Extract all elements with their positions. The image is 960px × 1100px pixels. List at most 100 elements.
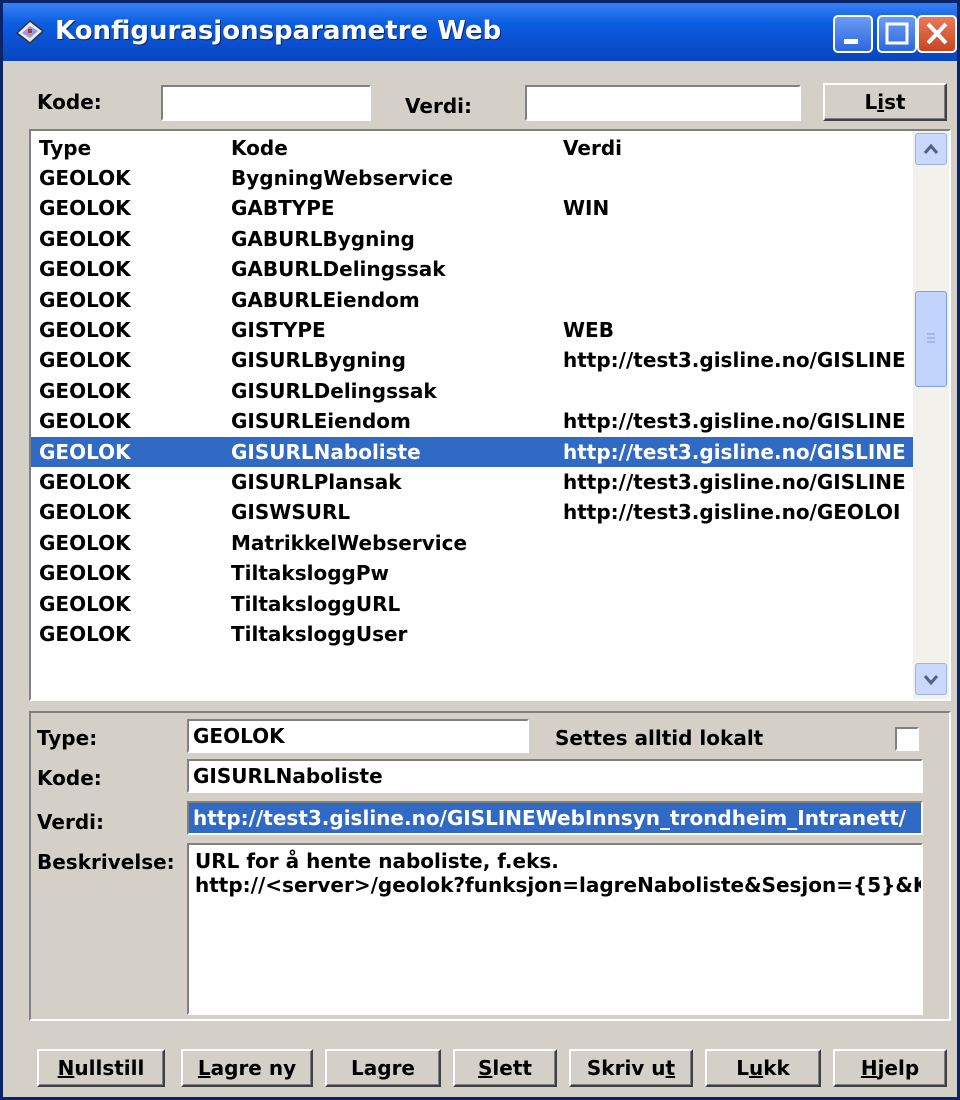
list-row[interactable]: GEOLOK GABURLBygning: [31, 224, 913, 254]
app-icon: [15, 17, 45, 47]
scroll-thumb[interactable]: [915, 291, 947, 387]
list-row[interactable]: GEOLOK GABURLEiendom: [31, 285, 913, 315]
minimize-button[interactable]: [833, 15, 873, 53]
list-row[interactable]: GEOLOK MatrikkelWebservice: [31, 528, 913, 558]
column-header-kode[interactable]: Kode: [231, 133, 551, 163]
slett-button-label-post: lett: [492, 1056, 532, 1080]
lagre-button[interactable]: Lagre: [325, 1049, 441, 1087]
filter-kode-label: Kode:: [37, 90, 102, 114]
cell-kode: GISURLBygning: [231, 348, 406, 373]
cell-type: GEOLOK: [39, 591, 131, 616]
scroll-down-button[interactable]: [915, 663, 947, 695]
cell-kode: MatrikkelWebservice: [231, 530, 468, 555]
lukk-button[interactable]: Lukk: [705, 1049, 821, 1087]
cell-kode: GISURLPlansak: [231, 470, 402, 494]
slett-button[interactable]: Slett: [453, 1049, 557, 1087]
cell-verdi: http://test3.gisline.no/GISLINE: [563, 470, 906, 494]
lagre-button-label-accel: g: [377, 1056, 392, 1080]
lagre-button-label-pre: La: [350, 1056, 378, 1080]
list-row[interactable]: GEOLOK GABTYPE WIN: [31, 193, 913, 223]
lagre-button-label-post: re: [391, 1056, 415, 1080]
hjelp-button-label-accel: H: [860, 1056, 878, 1080]
settes-alltid-lokalt-checkbox[interactable]: [895, 727, 919, 751]
cell-type: GEOLOK: [39, 348, 131, 373]
lagre-ny-button-label-accel: L: [197, 1056, 211, 1080]
cell-kode: GISURLEiendom: [231, 409, 411, 434]
list-button[interactable]: List: [823, 83, 947, 121]
settes-alltid-lokalt-label: Settes alltid lokalt: [555, 726, 764, 750]
list-row[interactable]: GEOLOK GISTYPE WEB: [31, 315, 913, 345]
title-bar[interactable]: Konfigurasjonsparametre Web: [3, 3, 957, 61]
column-header-type[interactable]: Type: [39, 133, 219, 163]
filter-verdi-input[interactable]: [525, 85, 801, 121]
list-row[interactable]: GEOLOK BygningWebservice: [31, 163, 913, 193]
cell-kode: GABURLBygning: [231, 226, 415, 251]
detail-kode-label: Kode:: [37, 766, 102, 790]
cell-kode: GABURLEiendom: [231, 287, 420, 312]
list-row[interactable]: GEOLOK GISURLDelingssak: [31, 376, 913, 406]
list-row[interactable]: GEOLOK GABURLDelingssak: [31, 254, 913, 284]
scroll-up-button[interactable]: [915, 133, 947, 165]
minimize-icon: [844, 39, 858, 44]
cell-kode: GABURLDelingssak: [231, 257, 446, 282]
chevron-up-icon: [923, 143, 939, 154]
list-header: Type Kode Verdi: [31, 133, 913, 163]
skriv-ut-button-label-accel: t: [665, 1056, 676, 1080]
nullstill-button-label-post: ullstill: [74, 1056, 145, 1080]
grip-icon: [927, 333, 935, 343]
beskrivelse-line: URL for å hente naboliste, f.eks.: [195, 849, 559, 873]
parameter-list[interactable]: Type Kode Verdi GEOLOK BygningWebservice G…: [29, 129, 951, 701]
list-row[interactable]: GEOLOK GISWSURL http://test3.gisline.no/GE…: [31, 497, 913, 527]
list-scrollbar[interactable]: [913, 131, 949, 699]
beskrivelse-line: http://<server>/geolok?funksjon=lagreNab…: [195, 873, 923, 897]
cell-verdi: http://test3.gisline.no/GISLINE: [563, 348, 906, 373]
nullstill-button[interactable]: Nullstill: [37, 1049, 165, 1087]
cell-type: GEOLOK: [39, 378, 131, 403]
column-header-verdi[interactable]: Verdi: [563, 133, 913, 163]
lukk-button-label-post: kk: [763, 1056, 790, 1080]
list-row[interactable]: GEOLOK GISURLNaboliste http://test3.gislin…: [31, 436, 913, 467]
cell-type: GEOLOK: [39, 287, 131, 312]
list-button-label-post: st: [884, 90, 906, 114]
close-button[interactable]: [917, 15, 957, 53]
cell-type: GEOLOK: [39, 561, 131, 586]
cell-kode: GISTYPE: [231, 318, 326, 342]
detail-type-label: Type:: [37, 726, 98, 750]
cell-verdi: http://test3.gisline.no/GEOLOI: [563, 500, 901, 525]
list-row[interactable]: GEOLOK TiltaksloggPw: [31, 558, 913, 588]
cell-verdi: http://test3.gisline.no/GISLINE: [563, 409, 906, 434]
cell-type: GEOLOK: [39, 622, 131, 646]
list-row[interactable]: GEOLOK TiltaksloggUser: [31, 619, 913, 649]
cell-type: GEOLOK: [39, 500, 131, 525]
chevron-down-icon: [923, 675, 939, 686]
window-title: Konfigurasjonsparametre Web: [55, 16, 502, 46]
cell-type: GEOLOK: [39, 226, 131, 251]
maximize-icon: [885, 22, 909, 45]
cell-kode: GISURLDelingssak: [231, 378, 437, 403]
cell-kode: GISURLNaboliste: [231, 439, 421, 464]
list-button-label-pre: L: [864, 90, 878, 114]
cell-kode: TiltaksloggUser: [231, 622, 408, 646]
cell-type: GEOLOK: [39, 196, 131, 221]
filter-kode-input[interactable]: [161, 85, 371, 121]
list-row[interactable]: GEOLOK GISURLBygning http://test3.gisline.…: [31, 345, 913, 375]
beskrivelse-textarea[interactable]: URL for å hente naboliste, f.eks. http:/…: [187, 843, 923, 1015]
cell-type: GEOLOK: [39, 409, 131, 434]
list-row[interactable]: GEOLOK GISURLEiendom http://test3.gisline.…: [31, 406, 913, 436]
nullstill-button-label-accel: N: [57, 1056, 75, 1080]
cell-verdi: http://test3.gisline.no/GISLINE: [563, 439, 906, 464]
lagre-ny-button[interactable]: Lagre ny: [181, 1049, 313, 1087]
cell-type: GEOLOK: [39, 470, 131, 494]
slett-button-label-accel: S: [478, 1056, 493, 1080]
cell-type: GEOLOK: [39, 530, 131, 555]
list-row[interactable]: GEOLOK GISURLPlansak http://test3.gisline.…: [31, 467, 913, 497]
detail-type-input[interactable]: [187, 719, 529, 753]
lukk-button-label-accel: u: [748, 1056, 764, 1080]
hjelp-button[interactable]: Hjelp: [833, 1049, 947, 1087]
maximize-button[interactable]: [877, 15, 917, 53]
list-row[interactable]: GEOLOK TiltaksloggURL: [31, 589, 913, 619]
detail-verdi-input[interactable]: [187, 801, 923, 835]
detail-beskrivelse-label: Beskrivelse:: [37, 850, 175, 874]
detail-kode-input[interactable]: [187, 759, 923, 793]
skriv-ut-button[interactable]: Skriv ut: [569, 1049, 693, 1087]
